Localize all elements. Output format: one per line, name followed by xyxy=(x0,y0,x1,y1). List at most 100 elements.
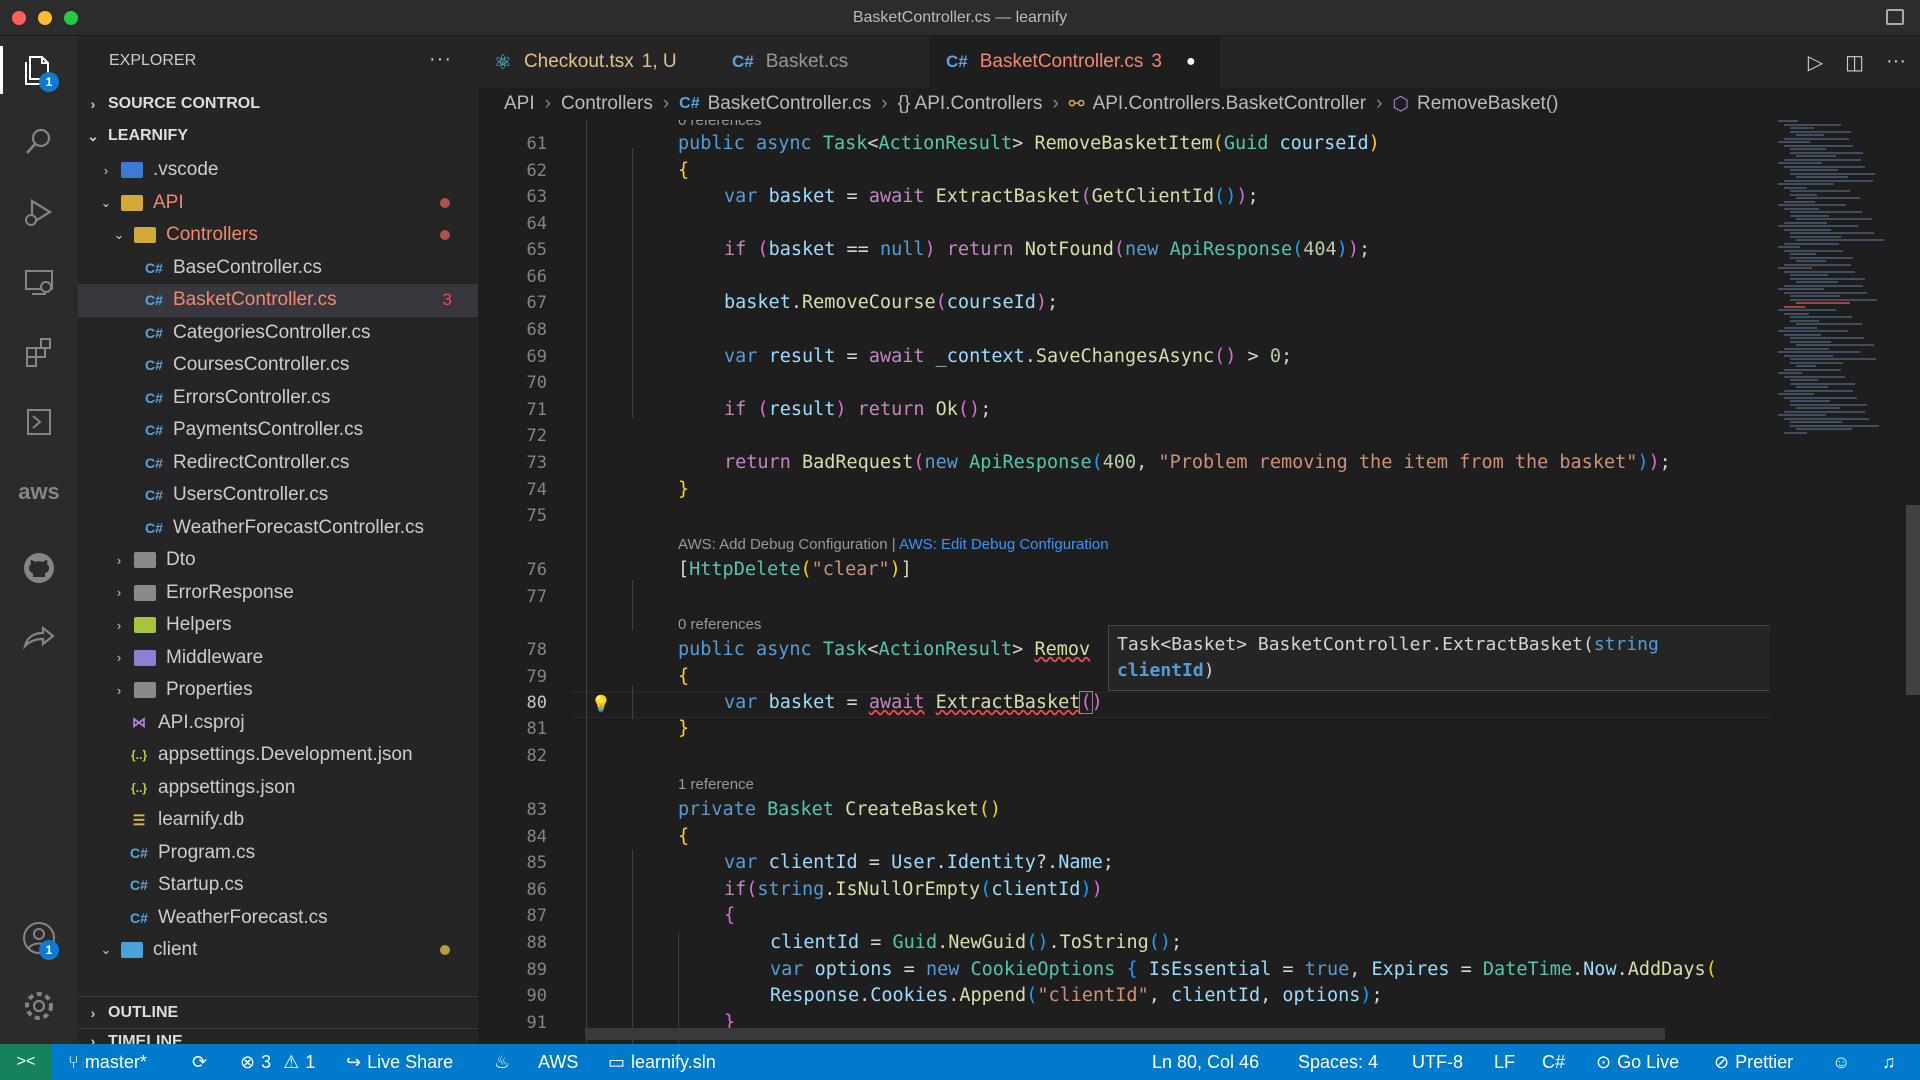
code-lens-references[interactable]: 0 references xyxy=(678,120,761,129)
more-actions-icon[interactable]: ··· xyxy=(429,48,452,71)
branch-indicator[interactable]: ⑂ master* xyxy=(68,1044,147,1080)
csharp-icon: C# xyxy=(732,52,754,71)
aws-icon[interactable]: aws xyxy=(15,468,63,516)
terminal-icon[interactable] xyxy=(15,398,63,446)
minimap-line xyxy=(1790,193,1817,196)
flame-icon[interactable]: ♨ xyxy=(494,1044,510,1080)
explorer-badge: 1 xyxy=(39,72,59,92)
tree-item-label: learnify.db xyxy=(158,809,245,831)
code-line-85: var clientId = User.Identity?.Name; xyxy=(724,852,1114,873)
minimap-line xyxy=(1784,165,1865,168)
layout-toggle-icon[interactable] xyxy=(1886,9,1904,25)
chevron-right-icon: › xyxy=(103,162,109,178)
tree-item[interactable]: C# CategoriesController.cs xyxy=(78,317,478,350)
breadcrumb-item[interactable]: {} API.Controllers xyxy=(898,93,1043,115)
tree-item[interactable]: ⌄ Controllers xyxy=(78,219,478,252)
remote-indicator[interactable]: >< xyxy=(0,1044,52,1080)
tab-checkout-tsx[interactable]: ⚛ Checkout.tsx 1, U xyxy=(478,36,716,88)
tree-item[interactable]: C# RedirectController.cs xyxy=(78,447,478,480)
prettier-button[interactable]: ⊘ Prettier xyxy=(1714,1044,1793,1080)
search-icon[interactable] xyxy=(15,118,63,166)
tree-item[interactable]: C# UsersController.cs xyxy=(78,479,478,512)
tree-item[interactable]: C# CoursesController.cs xyxy=(78,349,478,382)
cursor-position[interactable]: Ln 80, Col 46 xyxy=(1152,1044,1259,1080)
tab-basket-cs[interactable]: C# Basket.cs xyxy=(716,36,916,88)
split-editor-icon[interactable]: ◫ xyxy=(1845,50,1864,75)
notifications-bell-icon[interactable]: ♫ xyxy=(1882,1044,1896,1080)
breadcrumb-item[interactable]: API.Controllers.BasketController xyxy=(1093,93,1367,115)
remote-explorer-icon[interactable] xyxy=(15,258,63,306)
tree-item[interactable]: C# WeatherForecastController.cs xyxy=(78,512,478,545)
problems-indicator[interactable]: ⊗ 3 ⚠ 1 xyxy=(240,1044,315,1080)
aws-status[interactable]: AWS xyxy=(538,1044,578,1080)
run-icon[interactable]: ▷ xyxy=(1808,50,1823,75)
tree-item-label: WeatherForecast.cs xyxy=(158,906,328,928)
more-actions-icon[interactable]: ··· xyxy=(1886,50,1906,75)
tree-item[interactable]: › Middleware xyxy=(78,642,478,675)
tree-item[interactable]: › Properties xyxy=(78,674,478,707)
tab-basket-controller-cs[interactable]: C# BasketController.cs 3 ● xyxy=(930,36,1220,88)
minimap-line xyxy=(1790,337,1864,339)
vertical-scrollbar[interactable] xyxy=(1906,505,1920,695)
feedback-icon[interactable]: ☺ xyxy=(1832,1044,1850,1080)
line-ending[interactable]: LF xyxy=(1494,1044,1515,1080)
explorer-icon[interactable]: 1 xyxy=(0,46,63,94)
tree-item[interactable]: › Dto xyxy=(78,544,478,577)
tree-item[interactable]: C# WeatherForecast.cs xyxy=(78,902,478,935)
solution-indicator[interactable]: ▭ learnify.sln xyxy=(608,1044,716,1080)
breadcrumb-item[interactable]: BasketController.cs xyxy=(708,93,872,115)
breadcrumb-item[interactable]: API xyxy=(504,93,535,115)
github-icon[interactable] xyxy=(15,544,63,592)
encoding[interactable]: UTF-8 xyxy=(1412,1044,1463,1080)
horizontal-scrollbar[interactable] xyxy=(585,1028,1665,1040)
tree-item[interactable]: C# BasketController.cs 3 xyxy=(78,284,478,317)
aws-add-debug-config-link[interactable]: AWS: Add Debug Configuration xyxy=(678,536,888,553)
tree-item[interactable]: {..} appsettings.json xyxy=(78,772,478,805)
run-debug-icon[interactable] xyxy=(15,188,63,236)
sync-icon[interactable]: ⟳ xyxy=(192,1044,207,1080)
indentation[interactable]: Spaces: 4 xyxy=(1298,1044,1378,1080)
breadcrumb-item[interactable]: Controllers xyxy=(561,93,653,115)
tree-item[interactable]: C# BaseController.cs xyxy=(78,252,478,285)
tree-item[interactable]: ⌄ API xyxy=(78,187,478,220)
tree-item[interactable]: ⋈ API.csproj xyxy=(78,707,478,740)
go-live-button[interactable]: ⊙ Go Live xyxy=(1596,1044,1679,1080)
code-lens-references[interactable]: 0 references xyxy=(678,616,761,633)
tree-item[interactable]: › Helpers xyxy=(78,609,478,642)
minimap-line xyxy=(1778,372,1802,374)
live-share-button[interactable]: ↪ Live Share xyxy=(346,1044,453,1080)
breadcrumb-item[interactable]: RemoveBasket() xyxy=(1417,93,1559,115)
minimap-line xyxy=(1778,183,1834,185)
live-share-icon[interactable] xyxy=(15,614,63,662)
tree-item[interactable]: {..} appsettings.Development.json xyxy=(78,739,478,772)
chevron-right-icon: › xyxy=(881,93,888,114)
tree-item[interactable]: ⌄ client xyxy=(78,934,478,967)
tree-item[interactable]: C# PaymentsController.cs xyxy=(78,414,478,447)
tree-item[interactable]: › .vscode xyxy=(78,154,478,187)
tree-item[interactable]: › ErrorResponse xyxy=(78,577,478,610)
csharp-file-icon: C# xyxy=(145,422,163,439)
extensions-icon[interactable] xyxy=(15,328,63,376)
tree-item[interactable]: ☰ learnify.db xyxy=(78,804,478,837)
indent-guide xyxy=(632,148,633,418)
settings-gear-icon[interactable] xyxy=(15,982,63,1030)
project-section[interactable]: ⌄ LEARNIFY xyxy=(78,120,478,152)
code-lens-references[interactable]: 1 reference xyxy=(678,776,754,793)
accounts-icon[interactable]: 1 xyxy=(15,914,63,962)
code-line-67: basket.RemoveCourse(courseId); xyxy=(724,292,1059,313)
tree-item[interactable]: C# ErrorsController.cs xyxy=(78,382,478,415)
minimap-line xyxy=(1784,284,1863,287)
language-mode[interactable]: C# xyxy=(1542,1044,1565,1080)
tree-item[interactable]: C# Startup.cs xyxy=(78,869,478,902)
minimap-line xyxy=(1784,207,1819,210)
code-line-87: { xyxy=(724,905,736,926)
source-control-section[interactable]: › SOURCE CONTROL xyxy=(78,88,478,120)
unsaved-dot-icon[interactable]: ● xyxy=(1186,53,1196,71)
tree-item[interactable]: C# Program.cs xyxy=(78,837,478,870)
outline-section[interactable]: › OUTLINE xyxy=(78,996,478,1028)
minimap[interactable] xyxy=(1770,120,1920,1044)
aws-edit-debug-config-link[interactable]: AWS: Edit Debug Configuration xyxy=(899,536,1109,553)
code-editor[interactable]: 61 62 63 64 65 66 67 68 69 70 71 72 73 74 75 76 77 78 79 80… xyxy=(478,120,1920,1044)
minimap-line xyxy=(1778,330,1848,332)
timeline-section[interactable]: › TIMELINE xyxy=(78,1028,478,1050)
